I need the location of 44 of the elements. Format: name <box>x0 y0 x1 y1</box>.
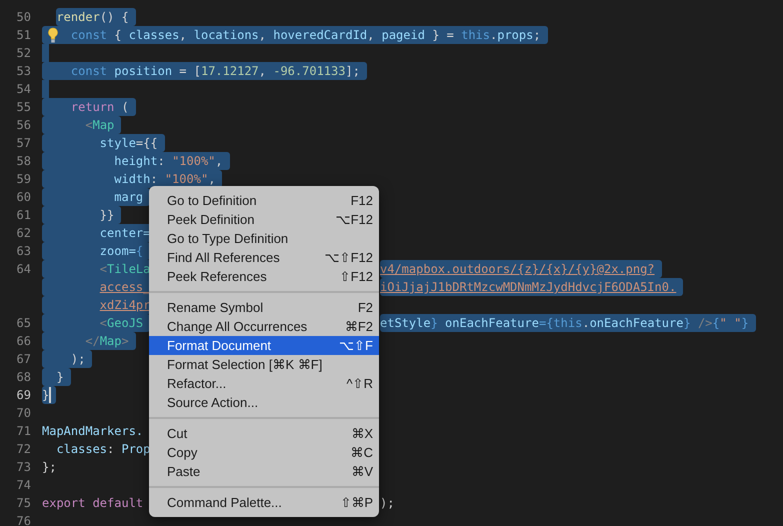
line-number: 71 <box>16 424 31 438</box>
lightbulb-icon[interactable] <box>47 27 59 43</box>
menu-item[interactable]: Source Action... <box>149 393 379 412</box>
line-number: 68 <box>16 370 31 384</box>
line-number: 69 <box>16 388 31 402</box>
line-number: 60 <box>16 190 31 204</box>
line-number: 52 <box>16 46 31 60</box>
line-number: 59 <box>16 172 31 186</box>
line-number: 67 <box>16 352 31 366</box>
line-number: 50 <box>16 10 31 24</box>
menu-item[interactable]: Go to Definition F12 <box>149 191 379 210</box>
line-number: 75 <box>16 496 31 510</box>
line-number: 53 <box>16 64 31 78</box>
line-number: 57 <box>16 136 31 150</box>
code-line: export default <box>42 495 144 512</box>
line-number: 64 <box>16 262 31 276</box>
line-number: 54 <box>16 82 31 96</box>
text-cursor <box>49 387 52 403</box>
line-number: 62 <box>16 226 31 240</box>
menu-item[interactable]: Refactor... ^⇧R <box>149 374 379 393</box>
line-number: 63 <box>16 244 31 258</box>
line-number: 58 <box>16 154 31 168</box>
code-line: MapAndMarkers. <box>42 423 144 440</box>
menu-item[interactable]: Copy ⌘C <box>149 443 379 462</box>
menu-item[interactable]: Cut ⌘X <box>149 424 379 443</box>
line-number: 51 <box>16 28 31 42</box>
line-number: 55 <box>16 100 31 114</box>
code-line: classes: Prop <box>55 441 150 458</box>
line-number: 74 <box>16 478 31 492</box>
line-number: 70 <box>16 406 31 420</box>
menu-item[interactable]: Format Document ⌥⇧F <box>149 336 379 355</box>
code-line: ); <box>380 495 394 512</box>
code-line: }; <box>42 459 56 476</box>
line-number: 56 <box>16 118 31 132</box>
menu-item[interactable]: Command Palette... ⇧⌘P <box>149 493 379 512</box>
line-number: 66 <box>16 334 31 348</box>
line-number: 72 <box>16 442 31 456</box>
line-number: 65 <box>16 316 31 330</box>
line-number: 73 <box>16 460 31 474</box>
menu-item[interactable]: Paste ⌘V <box>149 462 379 481</box>
menu-item[interactable]: Change All Occurrences ⌘F2 <box>149 317 379 336</box>
menu-item[interactable]: Format Selection [⌘K ⌘F] <box>149 355 379 374</box>
line-number: 61 <box>16 208 31 222</box>
line-number: 76 <box>16 514 31 526</box>
